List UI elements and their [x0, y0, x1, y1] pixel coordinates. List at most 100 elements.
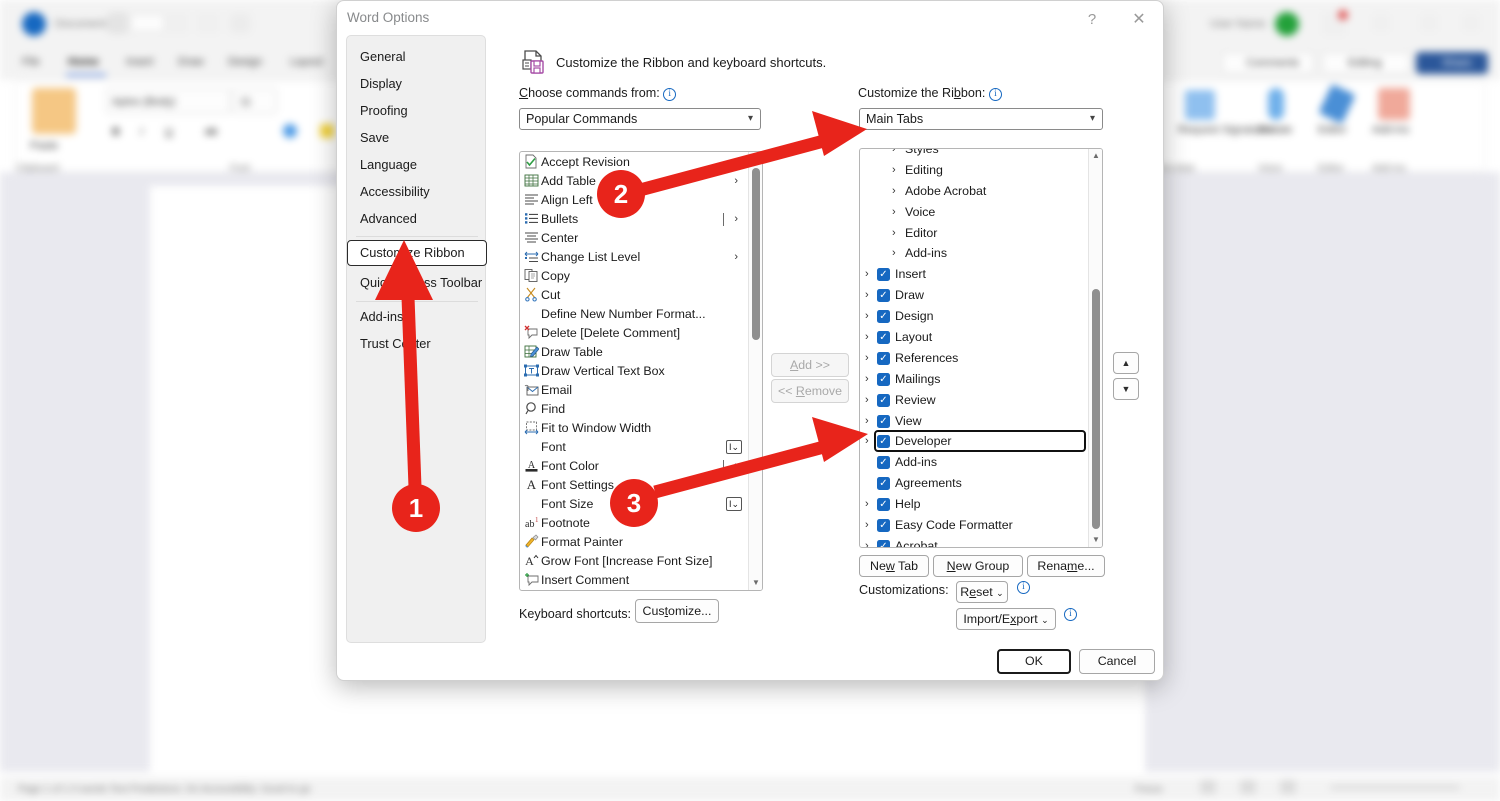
- customize-shortcuts-button[interactable]: Customize...: [635, 599, 719, 623]
- checkbox-checked-icon[interactable]: ✓: [877, 456, 890, 470]
- list-item[interactable]: Delete [Delete Comment]: [520, 324, 746, 343]
- chevron-right-icon[interactable]: ›: [734, 210, 738, 229]
- list-item[interactable]: A Font Color ›: [520, 457, 746, 476]
- view-web-icon[interactable]: [1280, 780, 1296, 794]
- add-ins-icon[interactable]: [1378, 88, 1410, 120]
- checkbox-checked-icon[interactable]: ✓: [877, 414, 890, 428]
- checkbox-checked-icon[interactable]: ✓: [877, 477, 890, 491]
- chevron-right-icon[interactable]: ›: [865, 536, 869, 547]
- tab-home[interactable]: Home: [68, 56, 99, 68]
- checkbox-checked-icon[interactable]: ✓: [877, 351, 890, 365]
- sidebar-item-language[interactable]: Language: [348, 153, 486, 177]
- chevron-right-icon[interactable]: ›: [892, 181, 896, 202]
- chevron-right-icon[interactable]: ›: [865, 411, 869, 432]
- move-up-button[interactable]: ▲: [1113, 352, 1139, 374]
- info-icon-ribbon[interactable]: i: [988, 88, 1002, 101]
- tree-item-developer[interactable]: › ✓ Developer: [860, 430, 1088, 453]
- sidebar-item-quick-access-toolbar[interactable]: Quick Access Toolbar: [348, 271, 486, 295]
- refresh-icon[interactable]: [230, 14, 250, 34]
- scroll-up-icon[interactable]: ▲: [749, 152, 762, 166]
- bold-icon[interactable]: B: [112, 126, 120, 138]
- chevron-right-icon[interactable]: ›: [892, 223, 896, 244]
- save-icon[interactable]: [165, 12, 189, 34]
- list-item[interactable]: Draw Table: [520, 343, 746, 362]
- checkbox-checked-icon[interactable]: ✓: [877, 331, 890, 345]
- list-item[interactable]: Insert Comment: [520, 571, 746, 590]
- ribbon-display-icon[interactable]: [1372, 14, 1390, 32]
- font-color-icon[interactable]: [320, 124, 334, 138]
- list-item[interactable]: Format Painter: [520, 533, 746, 552]
- chevron-right-icon[interactable]: ›: [865, 431, 869, 452]
- sidebar-item-display[interactable]: Display: [348, 72, 486, 96]
- list-item[interactable]: Change List Level ›: [520, 248, 746, 267]
- info-icon-commands[interactable]: i: [663, 88, 677, 101]
- list-item[interactable]: Cut: [520, 286, 746, 305]
- list-item[interactable]: Accept Revision: [520, 153, 746, 172]
- gallery-dropdown-icon[interactable]: I⌄: [726, 440, 742, 454]
- chevron-right-icon[interactable]: ›: [865, 285, 869, 306]
- info-icon-reset[interactable]: i: [1017, 581, 1030, 594]
- paste-icon[interactable]: [32, 88, 76, 134]
- chevron-right-icon[interactable]: ›: [892, 243, 896, 264]
- list-item[interactable]: Font I⌄: [520, 438, 746, 457]
- checkbox-checked-icon[interactable]: ✓: [877, 289, 890, 303]
- sidebar-item-customize-ribbon[interactable]: Customize Ribbon: [347, 240, 487, 266]
- chevron-right-icon[interactable]: ›: [865, 390, 869, 411]
- customize-ribbon-dropdown[interactable]: Main Tabs ▾: [859, 108, 1103, 130]
- checkbox-checked-icon[interactable]: ✓: [877, 268, 890, 282]
- checkbox-checked-icon[interactable]: ✓: [877, 519, 890, 533]
- new-group-button[interactable]: New Group: [933, 555, 1023, 577]
- chevron-right-icon[interactable]: ›: [892, 202, 896, 223]
- tab-design[interactable]: Design: [228, 56, 262, 68]
- zoom-slider[interactable]: [1330, 786, 1460, 789]
- autosave-toggle[interactable]: [108, 12, 128, 34]
- tab-file[interactable]: File: [22, 56, 40, 68]
- chevron-right-icon[interactable]: ›: [734, 248, 738, 267]
- chevron-right-icon[interactable]: ›: [734, 172, 738, 191]
- ok-button[interactable]: OK: [997, 649, 1071, 674]
- ribbon-tree-scroll-thumb[interactable]: [1092, 289, 1100, 529]
- chevron-right-icon[interactable]: ›: [865, 348, 869, 369]
- checkbox-checked-icon[interactable]: ✓: [877, 310, 890, 324]
- font-size-combo[interactable]: [232, 88, 277, 114]
- chevron-right-icon[interactable]: ›: [865, 306, 869, 327]
- sidebar-item-accessibility[interactable]: Accessibility: [348, 180, 486, 204]
- close-icon[interactable]: ✕: [1119, 5, 1159, 33]
- sidebar-item-proofing[interactable]: Proofing: [348, 99, 486, 123]
- checkbox-checked-icon[interactable]: ✓: [877, 393, 890, 407]
- request-signatures-icon[interactable]: [1185, 90, 1215, 120]
- focus-label[interactable]: Focus: [1135, 784, 1162, 795]
- list-item[interactable]: Center: [520, 229, 746, 248]
- list-item[interactable]: Define New Number Format...: [520, 305, 746, 324]
- sidebar-item-trust-center[interactable]: Trust Center: [348, 332, 486, 356]
- autosave-pill[interactable]: [130, 14, 165, 32]
- view-read-icon[interactable]: [1200, 780, 1216, 794]
- list-item[interactable]: Copy: [520, 267, 746, 286]
- chevron-right-icon[interactable]: ›: [734, 457, 738, 476]
- commands-scrollbar[interactable]: ▲ ▼: [748, 152, 762, 590]
- commands-scroll-thumb[interactable]: [752, 168, 760, 340]
- sidebar-item-save[interactable]: Save: [348, 126, 486, 150]
- tab-draw[interactable]: Draw: [178, 56, 204, 68]
- sidebar-item-add-ins[interactable]: Add-ins: [348, 305, 486, 329]
- list-item[interactable]: Draw Vertical Text Box: [520, 362, 746, 381]
- list-item[interactable]: A Grow Font [Increase Font Size]: [520, 552, 746, 571]
- tab-layout[interactable]: Layout: [290, 56, 323, 68]
- reset-button[interactable]: Reset ⌄: [956, 581, 1008, 603]
- move-down-button[interactable]: ▼: [1113, 378, 1139, 400]
- sidebar-item-advanced[interactable]: Advanced: [348, 207, 486, 231]
- undo-icon[interactable]: [196, 12, 220, 34]
- import-export-button[interactable]: Import/Export ⌄: [956, 608, 1056, 630]
- chevron-right-icon[interactable]: ›: [865, 515, 869, 536]
- rename-button[interactable]: Rename...: [1027, 555, 1105, 577]
- help-icon[interactable]: ?: [1072, 5, 1112, 33]
- choose-commands-dropdown[interactable]: Popular Commands ▾: [519, 108, 761, 130]
- ribbon-tabs-listbox[interactable]: › Styles › Editing › Adobe Acrobat › Voice ›…: [859, 148, 1103, 548]
- chevron-right-icon[interactable]: ›: [892, 160, 896, 181]
- list-item[interactable]: Find: [520, 400, 746, 419]
- chevron-right-icon[interactable]: ›: [865, 369, 869, 390]
- text-highlight-icon[interactable]: [283, 124, 297, 138]
- minimize-icon[interactable]: [1420, 14, 1438, 32]
- underline-icon[interactable]: U: [165, 126, 173, 138]
- checkbox-checked-icon[interactable]: ✓: [877, 539, 890, 547]
